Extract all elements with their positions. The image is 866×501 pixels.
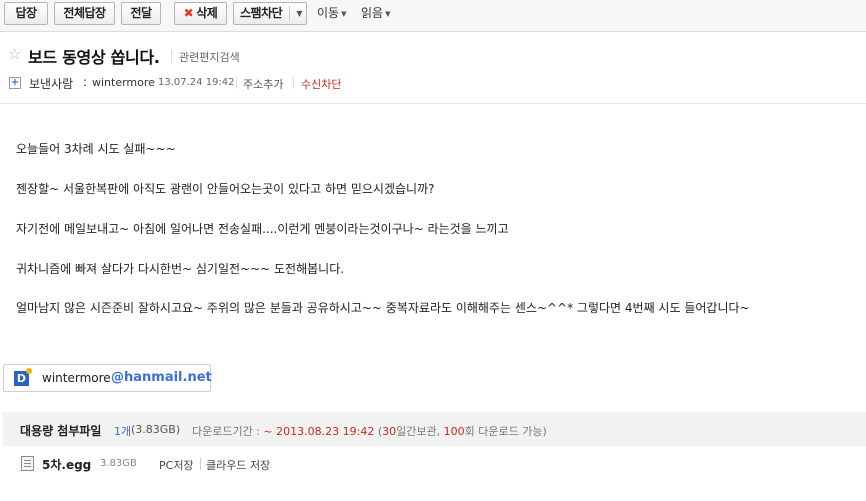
related-search-link[interactable]: 관련편지검색 [179,49,240,65]
divider [200,458,201,470]
body-line: 자기전에 메일보내고~ 아침에 일어나면 전송실패....이런게 멘붕이라는것이… [16,222,509,236]
reply-all-button[interactable]: 전체답장 [54,2,115,25]
body-line: 오늘들어 3차례 시도 실패~~~ [16,142,176,156]
spam-block-label: 스팸차단 [240,6,283,20]
body-line: 얼마남지 않은 시즌준비 잘하시고요~ 주위의 많은 분들과 공유하시고~~ 중… [16,301,750,315]
block-receive-link[interactable]: 수신차단 [301,76,341,92]
spam-block-separator [289,6,290,21]
expand-plus-icon[interactable]: + [9,77,21,89]
attachment-file-name[interactable]: 5차.egg [42,456,91,473]
download-count: 100 [443,425,465,438]
signature-domain: @hanmail.net [111,370,212,385]
daum-logo-icon: D [14,368,32,386]
mail-date: 13.07.24 19:42 [158,77,235,88]
move-menu[interactable]: 이동 ▼ [317,5,346,22]
divider [293,77,294,89]
file-icon [21,456,34,471]
chevron-down-icon: ▼ [385,10,391,18]
sender-label: 보낸사람 [29,77,74,91]
mail-subject: 보드 동영상 쏩니다. [28,48,160,67]
retention-mid: 일간보관, [396,425,444,438]
attachment-title: 대용량 첨부파일 [20,424,102,438]
move-label: 이동 [317,6,340,20]
download-period-label: 다운로드기간 : [192,425,264,438]
cloud-save-link[interactable]: 클라우드 저장 [206,457,270,473]
download-until: ~ 2013.08.23 19:42 [263,425,375,438]
forward-label: 전달 [130,6,152,20]
retention-days: 30 [382,425,397,438]
sender-name[interactable]: wintermore [92,76,155,89]
attachment-total-size: (3.83GB) [131,423,181,436]
add-address-link[interactable]: 주소추가 [243,76,283,92]
body-line: 귀차니즘에 빠져 살다가 다시한번~ 심기일전~~~ 도전해봅니다. [16,262,345,276]
delete-button[interactable]: ✖ 삭제 [174,2,227,25]
attachment-count: 1개 [114,425,132,438]
body-line: 젠장할~ 서울한복판에 아직도 광랜이 안들어오는곳이 있다고 하면 믿으시겠습… [16,182,435,196]
read-menu[interactable]: 읽음 ▼ [361,5,390,22]
read-label: 읽음 [361,6,384,20]
divider [236,77,237,89]
signature-user: wintermore [42,371,111,385]
reply-button[interactable]: 답장 [4,2,48,25]
reply-all-label: 전체답장 [63,6,106,20]
spam-block-button[interactable]: 스팸차단 ▼ [233,2,307,25]
attachment-file-size: 3.83GB [100,458,137,469]
chevron-down-icon: ▼ [341,10,347,18]
pc-save-link[interactable]: PC저장 [159,457,194,473]
download-period: 다운로드기간 : ~ 2013.08.23 19:42 (30일간보관, 100… [192,423,547,439]
retention-close: 회 다운로드 가능) [464,425,547,438]
sender-colon: : [83,75,88,89]
reply-label: 답장 [15,6,37,20]
delete-x-icon: ✖ [183,6,194,20]
email-signature: D wintermore @hanmail.net [3,364,212,392]
divider [171,50,172,63]
attachment-header: 대용량 첨부파일 1개 (3.83GB) 다운로드기간 : ~ 2013.08.… [3,412,866,446]
retention-open: ( [374,425,383,438]
forward-button[interactable]: 전달 [121,2,161,25]
star-icon[interactable]: ☆ [8,45,21,63]
header-divider [0,103,866,104]
mail-toolbar: 답장 전체답장 전달 ✖ 삭제 스팸차단 ▼ 이동 ▼ 읽음 ▼ [0,0,866,32]
chevron-down-icon[interactable]: ▼ [296,3,302,24]
delete-label: 삭제 [196,6,218,20]
